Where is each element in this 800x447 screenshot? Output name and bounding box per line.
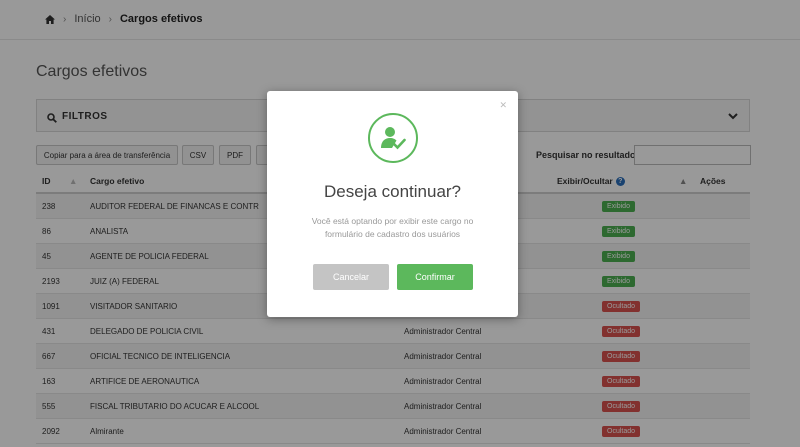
dialog-message: Você está optando por exibir este cargo …	[311, 216, 474, 239]
close-icon[interactable]: ✕	[499, 100, 507, 111]
dialog-title: Deseja continuar?	[323, 182, 462, 201]
confirm-dialog: ✕ Deseja continuar? Você está optando po…	[267, 91, 518, 317]
cancel-button[interactable]: Cancelar	[313, 264, 389, 290]
confirm-button[interactable]: Confirmar	[397, 264, 473, 290]
user-check-icon	[368, 113, 418, 163]
